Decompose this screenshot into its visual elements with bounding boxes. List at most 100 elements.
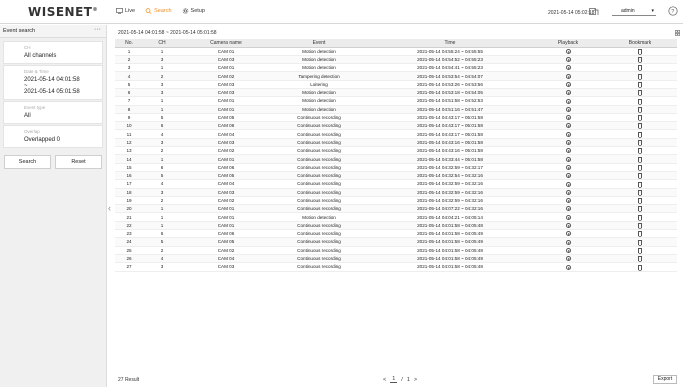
playback-icon[interactable] (565, 73, 571, 79)
channel-filter[interactable]: CH All channels (3, 41, 103, 64)
bookmark-icon[interactable] (638, 81, 643, 88)
table-row[interactable]: 6 3 CAM 03 Motion detection 2021-05-14 04:53… (115, 88, 677, 98)
bookmark-icon[interactable] (638, 131, 643, 138)
bookmark-icon[interactable] (638, 181, 643, 188)
playback-icon[interactable] (565, 264, 571, 270)
next-page-button[interactable]: > (414, 377, 417, 383)
column-settings-icon[interactable] (675, 30, 680, 36)
table-row[interactable]: 14 1 CAM 01 Continuous recording 2021-05-14 … (115, 154, 677, 164)
bookmark-icon[interactable] (638, 48, 643, 55)
overlap-filter[interactable]: Overlap Overlapped 0 (3, 125, 103, 148)
playback-icon[interactable] (565, 181, 571, 187)
table-row[interactable]: 11 4 CAM 04 Continuous recording 2021-05-14 … (115, 129, 677, 139)
playback-icon[interactable] (565, 189, 571, 195)
current-page[interactable]: 1 (390, 376, 398, 383)
event-type-filter[interactable]: Event type All (3, 101, 103, 124)
bookmark-icon[interactable] (638, 123, 643, 129)
playback-icon[interactable] (565, 106, 571, 112)
table-row[interactable]: 12 3 CAM 03 Continuous recording 2021-05-14 … (115, 138, 677, 148)
bookmark-icon[interactable] (638, 214, 643, 221)
playback-icon[interactable] (565, 81, 571, 87)
playback-icon[interactable] (565, 57, 571, 63)
bookmark-icon[interactable] (638, 239, 643, 246)
bookmark-icon[interactable] (638, 164, 643, 171)
table-row[interactable]: 13 2 CAM 02 Continuous recording 2021-05-14 … (115, 146, 677, 156)
prev-page-button[interactable]: < (383, 377, 386, 383)
playback-icon[interactable] (565, 198, 571, 204)
table-row[interactable]: 19 2 CAM 02 Continuous recording 2021-05-14 … (115, 196, 677, 206)
table-row[interactable]: 2 3 CAM 03 Motion detection 2021-05-14 04:54… (115, 55, 677, 65)
playback-icon[interactable] (565, 239, 571, 245)
export-button[interactable]: Export (653, 375, 677, 384)
bookmark-icon[interactable] (638, 98, 643, 105)
table-row[interactable]: 9 5 CAM 05 Continuous recording 2021-05-14 0… (115, 113, 677, 123)
table-row[interactable]: 20 1 CAM 01 Continuous recording 2021-05-14 … (115, 204, 677, 214)
user-select[interactable]: admin ▾ (612, 7, 656, 16)
table-row[interactable]: 18 3 CAM 03 Continuous recording 2021-05-14 … (115, 188, 677, 197)
reset-button[interactable]: Reset (55, 155, 102, 169)
playback-icon[interactable] (565, 148, 571, 154)
table-row[interactable]: 10 6 CAM 06 Continuous recording 2021-05-14 … (115, 121, 677, 131)
bookmark-icon[interactable] (638, 148, 643, 154)
playback-icon[interactable] (565, 206, 571, 212)
col-no[interactable]: No. (115, 39, 143, 48)
playback-icon[interactable] (565, 231, 571, 237)
playback-icon[interactable] (565, 48, 571, 54)
bookmark-icon[interactable] (638, 264, 643, 270)
col-time[interactable]: Time (367, 39, 533, 48)
playback-icon[interactable] (565, 173, 571, 179)
playback-icon[interactable] (565, 90, 571, 96)
search-button[interactable]: Search (4, 155, 51, 169)
collapse-panel-icon[interactable]: ‹ (108, 203, 111, 213)
playback-icon[interactable] (565, 131, 571, 137)
bookmark-icon[interactable] (638, 57, 643, 63)
col-camera-name[interactable]: Camera name (181, 39, 271, 48)
more-icon[interactable]: ··· (94, 26, 101, 33)
playback-icon[interactable] (565, 140, 571, 146)
table-row[interactable]: 24 5 CAM 05 Continuous recording 2021-05-14 … (115, 237, 677, 247)
playback-icon[interactable] (565, 123, 571, 129)
table-row[interactable]: 15 6 CAM 06 Continuous recording 2021-05-14 … (115, 163, 677, 172)
table-row[interactable]: 23 6 CAM 06 Continuous recording 2021-05-14 … (115, 229, 677, 239)
bookmark-icon[interactable] (638, 115, 643, 121)
playback-icon[interactable] (565, 223, 571, 229)
bookmark-icon[interactable] (638, 247, 643, 254)
nav-setup[interactable]: Setup (182, 8, 205, 14)
datetime-filter[interactable]: Date & Time 2021-05-14 04:01:58 ~ 2021-0… (3, 65, 103, 100)
playback-icon[interactable] (565, 247, 571, 253)
playback-icon[interactable] (565, 164, 571, 170)
table-row[interactable]: 16 5 CAM 05 Continuous recording 2021-05-14 … (115, 171, 677, 181)
bookmark-icon[interactable] (638, 231, 643, 237)
nav-live[interactable]: Live (116, 8, 135, 14)
nav-search[interactable]: Search (145, 8, 172, 14)
bookmark-icon[interactable] (638, 256, 643, 262)
bookmark-icon[interactable] (638, 73, 643, 80)
bookmark-icon[interactable] (638, 156, 643, 163)
table-row[interactable]: 3 1 CAM 01 Motion detection 2021-05-14 04:54… (115, 63, 677, 73)
col-event[interactable]: Event (271, 39, 367, 48)
table-row[interactable]: 25 2 CAM 02 Continuous recording 2021-05-14 … (115, 246, 677, 255)
bookmark-icon[interactable] (638, 65, 643, 71)
table-row[interactable]: 22 1 CAM 01 Continuous recording 2021-05-14 … (115, 221, 677, 231)
table-row[interactable]: 7 1 CAM 01 Motion detection 2021-05-14 04:51… (115, 96, 677, 106)
table-row[interactable]: 8 1 CAM 01 Motion detection 2021-05-14 04:51… (115, 105, 677, 114)
table-row[interactable]: 26 4 CAM 04 Continuous recording 2021-05-14 … (115, 254, 677, 264)
table-row[interactable]: 4 2 CAM 02 Tampering detection 2021-05-14 04… (115, 71, 677, 81)
bookmark-icon[interactable] (638, 206, 643, 212)
bookmark-icon[interactable] (638, 189, 643, 196)
bookmark-icon[interactable] (638, 106, 643, 113)
bookmark-icon[interactable] (638, 223, 643, 229)
bookmark-icon[interactable] (638, 198, 643, 204)
playback-icon[interactable] (565, 156, 571, 162)
col-ch[interactable]: CH (143, 39, 181, 48)
help-icon[interactable]: ? (668, 6, 678, 16)
playback-icon[interactable] (565, 115, 571, 121)
table-row[interactable]: 27 3 CAM 03 Continuous recording 2021-05-14 … (115, 262, 677, 272)
playback-icon[interactable] (565, 65, 571, 71)
bookmark-icon[interactable] (638, 90, 643, 96)
table-row[interactable]: 17 4 CAM 04 Continuous recording 2021-05-14 … (115, 179, 677, 189)
playback-icon[interactable] (565, 98, 571, 104)
table-row[interactable]: 1 1 CAM 01 Motion detection 2021-05-14 04:55… (115, 47, 677, 56)
bookmark-icon[interactable] (638, 140, 643, 146)
backup-icon[interactable] (589, 7, 599, 16)
